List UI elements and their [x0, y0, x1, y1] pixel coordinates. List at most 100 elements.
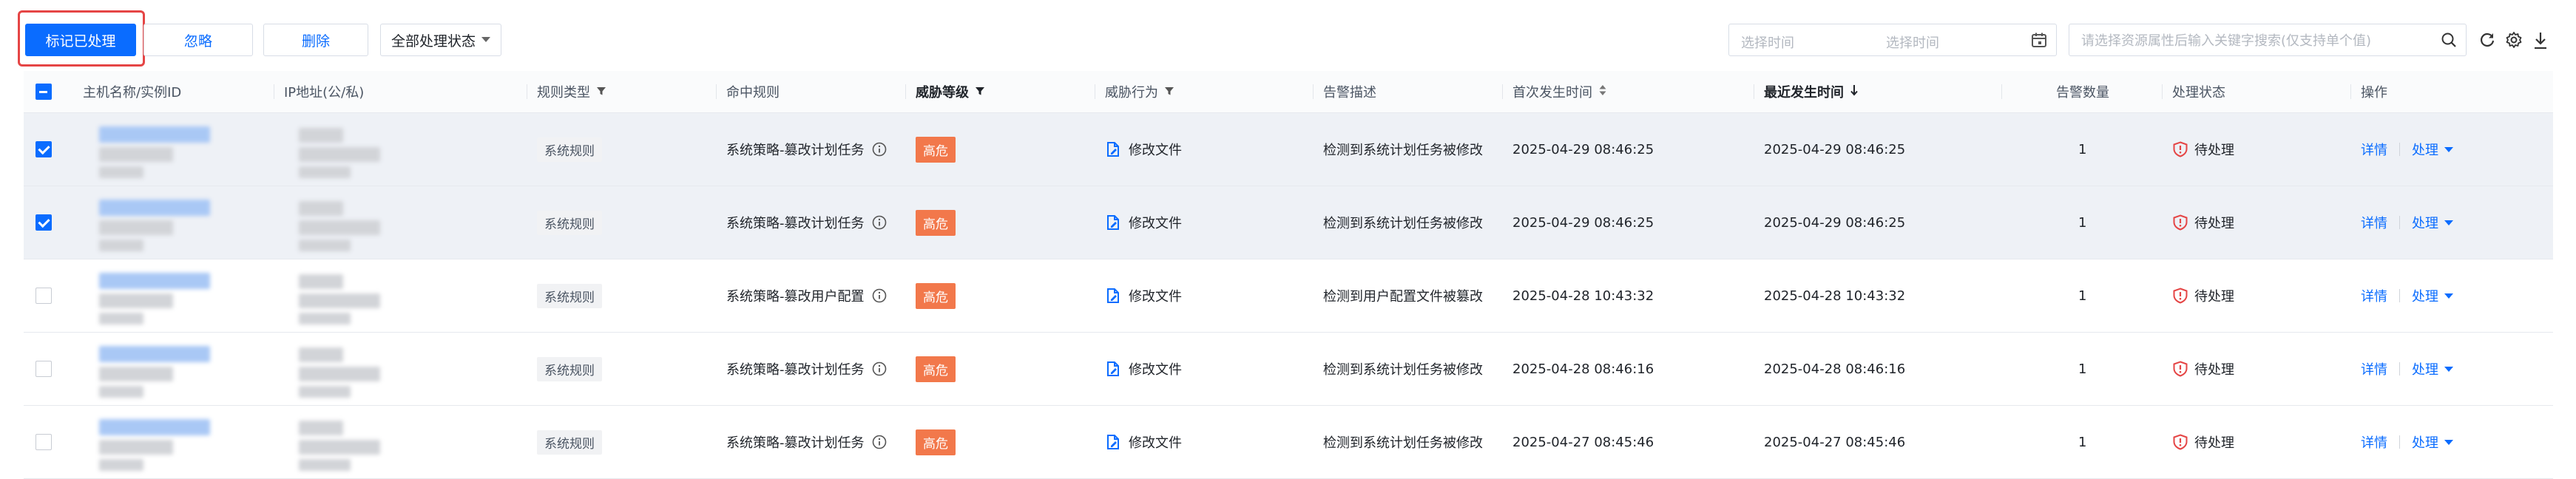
- chevron-down-icon[interactable]: [2444, 293, 2453, 299]
- refresh-icon[interactable]: [2478, 31, 2496, 52]
- process-dropdown[interactable]: 处理: [2412, 432, 2438, 452]
- threat-level-cell: 高危: [916, 186, 956, 259]
- detail-link[interactable]: 详情: [2361, 140, 2387, 159]
- alert-table: 主机名称/实例ID IP地址(公/私) 规则类型 命中规则 威胁等级 威胁行为 …: [24, 71, 2553, 479]
- alert-desc-text: 检测到系统计划任务被修改: [1323, 362, 1483, 378]
- hit-rule-cell: 系统策略-篡改计划任务: [726, 406, 887, 478]
- host-name-redacted[interactable]: [99, 126, 210, 143]
- status-cell: 待处理: [2172, 186, 2234, 259]
- detail-link[interactable]: 详情: [2361, 213, 2387, 232]
- alert-count-cell: 1: [2078, 333, 2086, 405]
- host-cell: [83, 333, 260, 405]
- detail-link[interactable]: 详情: [2361, 359, 2387, 378]
- gear-icon[interactable]: [2505, 31, 2523, 52]
- instance-id-redacted: [99, 313, 143, 325]
- divider: [2399, 362, 2400, 376]
- filter-icon[interactable]: [975, 84, 985, 100]
- host-name-redacted[interactable]: [99, 200, 210, 216]
- rule-type-tag: 系统规则: [537, 356, 602, 381]
- delete-button[interactable]: 删除: [263, 24, 368, 56]
- first-time-text: 2025-04-29 08:46:25: [1512, 214, 1654, 231]
- info-icon[interactable]: [872, 215, 887, 230]
- column-header-ip: IP地址(公/私): [274, 71, 364, 112]
- row-select-cell: [36, 113, 52, 186]
- row-select-cell: [36, 333, 52, 405]
- file-edit-icon: [1105, 141, 1121, 157]
- filter-icon[interactable]: [1164, 84, 1174, 100]
- process-dropdown[interactable]: 处理: [2412, 213, 2438, 232]
- operation-cell: 详情 处理: [2361, 113, 2453, 186]
- rule-type-cell: 系统规则: [537, 186, 602, 259]
- shield-alert-icon: [2172, 361, 2188, 377]
- instance-id-redacted: [99, 147, 173, 162]
- ip-redacted: [299, 293, 380, 308]
- mark-processed-button[interactable]: 标记已处理: [25, 24, 136, 56]
- row-checkbox[interactable]: [36, 288, 52, 304]
- alert-desc-cell: 检测到用户配置文件被篡改: [1323, 259, 1483, 332]
- ip-redacted: [299, 201, 343, 216]
- last-time-text: 2025-04-28 08:46:16: [1764, 361, 1906, 377]
- calendar-icon[interactable]: [2031, 32, 2047, 52]
- rule-type-cell: 系统规则: [537, 113, 602, 186]
- filter-icon[interactable]: [596, 84, 606, 100]
- last-time-text: 2025-04-29 08:46:25: [1764, 141, 1906, 157]
- threat-action-text: 修改文件: [1129, 289, 1182, 305]
- table-row[interactable]: 系统规则 系统策略-篡改计划任务 高危 修改文件 检测到系统计划任务被修改 20…: [24, 406, 2553, 479]
- rule-type-tag: 系统规则: [537, 137, 602, 162]
- search-box[interactable]: [2069, 24, 2467, 56]
- shield-alert-icon: [2172, 288, 2188, 304]
- table-row[interactable]: 系统规则 系统策略-篡改计划任务 高危 修改文件 检测到系统计划任务被修改 20…: [24, 333, 2553, 406]
- info-icon[interactable]: [872, 142, 887, 157]
- info-icon[interactable]: [872, 288, 887, 303]
- last-time-cell: 2025-04-28 10:43:32: [1764, 259, 1905, 332]
- sort-icon[interactable]: [1598, 84, 1607, 100]
- threat-action-cell: 修改文件: [1105, 259, 1182, 332]
- chevron-down-icon[interactable]: [2444, 439, 2453, 445]
- operation-cell: 详情 处理: [2361, 186, 2453, 259]
- process-dropdown[interactable]: 处理: [2412, 286, 2438, 305]
- date-range-picker[interactable]: 选择时间 选择时间: [1728, 24, 2057, 56]
- ip-cell: [284, 333, 432, 405]
- instance-id-redacted: [99, 220, 173, 235]
- row-checkbox[interactable]: [36, 361, 52, 377]
- ignore-button[interactable]: 忽略: [143, 24, 253, 56]
- table-row[interactable]: 系统规则 系统策略-篡改用户配置 高危 修改文件 检测到用户配置文件被篡改 20…: [24, 259, 2553, 333]
- ip-cell: [284, 259, 432, 332]
- info-icon[interactable]: [872, 361, 887, 376]
- column-header-threat-level: 威胁等级: [905, 71, 985, 112]
- row-checkbox[interactable]: [36, 434, 52, 450]
- host-name-redacted[interactable]: [99, 273, 210, 289]
- chevron-down-icon[interactable]: [2444, 220, 2453, 225]
- row-checkbox[interactable]: [36, 141, 52, 157]
- ip-redacted: [299, 367, 380, 381]
- host-name-redacted[interactable]: [99, 419, 210, 435]
- threat-level-cell: 高危: [916, 113, 956, 186]
- alert-desc-text: 检测到用户配置文件被篡改: [1323, 289, 1483, 305]
- search-input[interactable]: [2080, 30, 2423, 51]
- divider: [2399, 435, 2400, 449]
- threat-action-text: 修改文件: [1129, 362, 1182, 378]
- detail-link[interactable]: 详情: [2361, 286, 2387, 305]
- sort-desc-icon[interactable]: [1850, 84, 1859, 100]
- shield-alert-icon: [2172, 214, 2188, 231]
- host-name-redacted[interactable]: [99, 346, 210, 362]
- alert-count-cell: 1: [2078, 259, 2086, 332]
- chevron-down-icon[interactable]: [2444, 146, 2453, 152]
- row-checkbox[interactable]: [36, 214, 52, 231]
- search-icon[interactable]: [2441, 32, 2457, 52]
- process-dropdown[interactable]: 处理: [2412, 359, 2438, 378]
- status-filter-select[interactable]: 全部处理状态: [380, 24, 501, 56]
- process-dropdown[interactable]: 处理: [2412, 140, 2438, 159]
- ip-cell: [284, 113, 432, 186]
- info-icon[interactable]: [872, 435, 887, 449]
- download-icon[interactable]: [2532, 31, 2549, 53]
- detail-link[interactable]: 详情: [2361, 432, 2387, 452]
- first-time-cell: 2025-04-28 08:46:16: [1512, 333, 1654, 405]
- table-row[interactable]: 系统规则 系统策略-篡改计划任务 高危 修改文件 检测到系统计划任务被修改 20…: [24, 186, 2553, 259]
- status-text: 待处理: [2194, 289, 2234, 305]
- column-header-host: 主机名称/实例ID: [83, 85, 182, 101]
- table-row[interactable]: 系统规则 系统策略-篡改计划任务 高危 修改文件 检测到系统计划任务被修改 20…: [24, 113, 2553, 186]
- select-all-checkbox[interactable]: [36, 84, 52, 100]
- chevron-down-icon[interactable]: [2444, 366, 2453, 372]
- instance-id-redacted: [99, 239, 143, 251]
